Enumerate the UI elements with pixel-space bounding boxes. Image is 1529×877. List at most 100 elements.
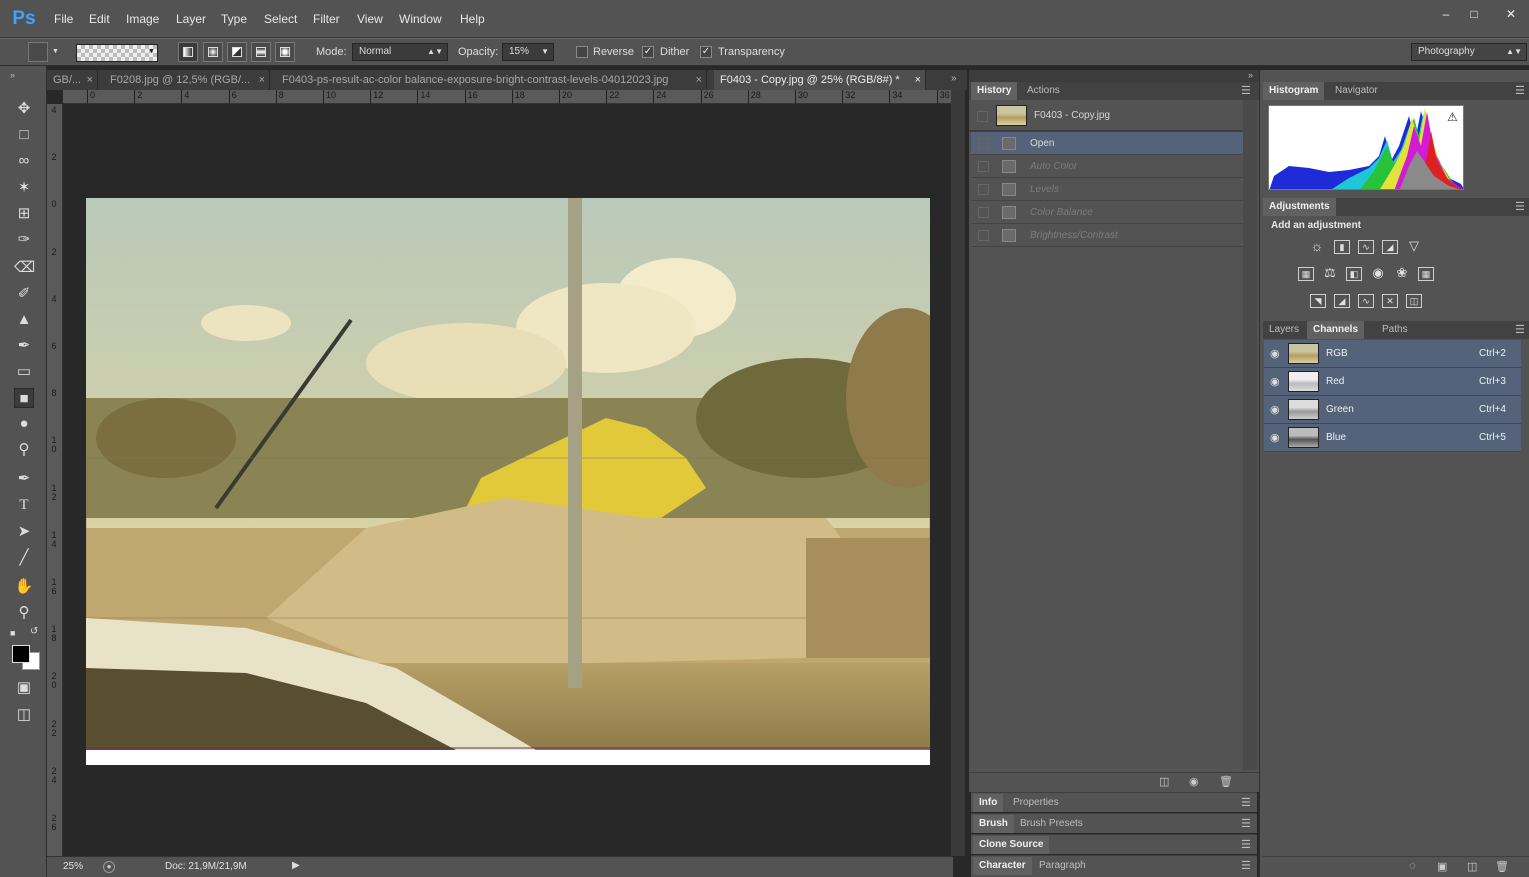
- linear-gradient-icon[interactable]: [178, 42, 198, 62]
- brightness-icon[interactable]: ☼: [1309, 239, 1325, 254]
- lasso-icon[interactable]: ∞: [14, 151, 34, 171]
- history-step[interactable]: Open: [971, 132, 1243, 155]
- history-source-box[interactable]: [978, 207, 989, 218]
- channel-row[interactable]: ◉ Green Ctrl+4: [1264, 396, 1521, 424]
- share-icon[interactable]: ●: [103, 861, 115, 873]
- swap-colors-icon[interactable]: ↺: [30, 626, 38, 637]
- reverse-checkbox[interactable]: [576, 46, 588, 58]
- tab-actions[interactable]: Actions: [1021, 82, 1066, 100]
- transparency-checkbox[interactable]: ✓: [700, 46, 712, 58]
- tab-brush-presets[interactable]: Brush Presets: [1014, 815, 1089, 833]
- radial-gradient-icon[interactable]: [203, 42, 223, 62]
- history-step[interactable]: Auto Color: [971, 155, 1243, 178]
- trash-icon[interactable]: 🗑: [1495, 860, 1509, 873]
- type-icon[interactable]: T: [14, 495, 34, 515]
- history-source-box[interactable]: [978, 184, 989, 195]
- warning-icon[interactable]: ⚠: [1447, 110, 1458, 124]
- history-scrollbar[interactable]: [1243, 100, 1257, 770]
- angle-gradient-icon[interactable]: [227, 42, 247, 62]
- workspace-select[interactable]: Photography ▲▼: [1411, 43, 1527, 61]
- tab-clone-source[interactable]: Clone Source: [973, 836, 1050, 854]
- opacity-input[interactable]: 15% ▼: [502, 43, 554, 61]
- levels-icon[interactable]: ▮: [1334, 240, 1350, 254]
- eye-icon[interactable]: ◉: [1270, 396, 1280, 424]
- menu-edit[interactable]: Edit: [89, 12, 110, 26]
- close-tab-icon[interactable]: ×: [87, 70, 93, 90]
- screen-mode-icon[interactable]: ◫: [14, 705, 34, 725]
- tab-character[interactable]: Character: [973, 857, 1032, 875]
- menu-image[interactable]: Image: [126, 12, 159, 26]
- diamond-gradient-icon[interactable]: [275, 42, 295, 62]
- document-tab[interactable]: GB/... ×: [47, 70, 98, 90]
- tab-histogram[interactable]: Histogram: [1263, 82, 1325, 100]
- history-step[interactable]: Brightness/Contrast: [971, 224, 1243, 247]
- tab-info[interactable]: Info: [973, 794, 1004, 812]
- collapse-icon[interactable]: »: [1248, 70, 1253, 80]
- panel-menu-icon[interactable]: ☰: [1241, 84, 1251, 97]
- color-balance-icon[interactable]: ⚖: [1322, 266, 1338, 281]
- magic-wand-icon[interactable]: ✶: [14, 178, 34, 198]
- panel-menu-icon[interactable]: ☰: [1241, 838, 1251, 851]
- stamp-icon[interactable]: ▲: [14, 310, 34, 330]
- panel-menu-icon[interactable]: ☰: [1515, 200, 1525, 213]
- eye-icon[interactable]: ◉: [1270, 340, 1280, 368]
- close-tab-icon[interactable]: ×: [915, 70, 921, 90]
- camera-icon[interactable]: ◉: [1189, 775, 1199, 788]
- document-tab[interactable]: F0403-ps-result-ac-color balance-exposur…: [276, 70, 707, 90]
- invert-icon[interactable]: ◥: [1310, 294, 1326, 308]
- zoom-level[interactable]: 25%: [63, 861, 83, 872]
- zoom-icon[interactable]: ⚲: [14, 603, 34, 623]
- panel-menu-icon[interactable]: ☰: [1515, 84, 1525, 97]
- eye-icon[interactable]: ◉: [1270, 368, 1280, 396]
- chevron-down-icon[interactable]: ▼: [148, 48, 155, 55]
- load-selection-icon[interactable]: ◌: [1409, 860, 1416, 872]
- history-snapshot[interactable]: F0403 - Copy.jpg: [969, 102, 1243, 131]
- posterize-icon[interactable]: ◢: [1334, 294, 1350, 308]
- exposure-icon[interactable]: ◢: [1382, 240, 1398, 254]
- menu-view[interactable]: View: [357, 12, 383, 26]
- move-icon[interactable]: ✥: [14, 99, 34, 119]
- collapse-icon[interactable]: »: [10, 70, 15, 80]
- gradient-map-icon[interactable]: ◫: [1406, 294, 1422, 308]
- document-tab[interactable]: F0208.jpg @ 12,5% (RGB/... ×: [104, 70, 270, 90]
- history-step[interactable]: Color Balance: [971, 201, 1243, 224]
- panel-menu-icon[interactable]: ☰: [1241, 796, 1251, 809]
- history-brush-icon[interactable]: ✒: [14, 336, 34, 356]
- channel-row[interactable]: ◉ RGB Ctrl+2: [1264, 340, 1521, 368]
- document-tab-active[interactable]: F0403 - Copy.jpg @ 25% (RGB/8#) * ×: [714, 70, 926, 90]
- threshold-icon[interactable]: ∿: [1358, 294, 1374, 308]
- menu-layer[interactable]: Layer: [176, 12, 206, 26]
- black-white-icon[interactable]: ◧: [1346, 267, 1362, 281]
- vertical-scrollbar[interactable]: [951, 90, 965, 856]
- close-icon[interactable]: ✕: [1499, 6, 1523, 22]
- document-image[interactable]: [86, 198, 930, 765]
- tab-brush[interactable]: Brush: [973, 815, 1014, 833]
- new-document-icon[interactable]: ◫: [1159, 775, 1169, 788]
- snapshot-source-box[interactable]: [977, 111, 988, 122]
- channel-mixer-icon[interactable]: ❀: [1394, 266, 1410, 281]
- close-tab-icon[interactable]: ×: [259, 70, 265, 90]
- path-select-icon[interactable]: ➤: [14, 522, 34, 542]
- chevron-down-icon[interactable]: ▼: [52, 48, 59, 55]
- tab-adjustments[interactable]: Adjustments: [1263, 198, 1336, 216]
- reflected-gradient-icon[interactable]: [251, 42, 271, 62]
- status-menu-arrow-icon[interactable]: ▶: [292, 860, 300, 871]
- vibrance-icon[interactable]: ▽: [1406, 239, 1422, 254]
- menu-window[interactable]: Window: [399, 12, 442, 26]
- panel-menu-icon[interactable]: ☰: [1241, 817, 1251, 830]
- gradient-icon[interactable]: ■: [14, 388, 34, 408]
- healing-icon[interactable]: ⌫: [14, 258, 35, 278]
- history-step[interactable]: Levels: [971, 178, 1243, 201]
- channel-row[interactable]: ◉ Red Ctrl+3: [1264, 368, 1521, 396]
- history-source-box[interactable]: [978, 230, 989, 241]
- color-lookup-icon[interactable]: ▦: [1418, 267, 1434, 281]
- tab-paragraph[interactable]: Paragraph: [1033, 857, 1092, 875]
- crop-icon[interactable]: ⊞: [14, 204, 34, 224]
- tool-preset-picker[interactable]: [28, 42, 48, 62]
- pen-icon[interactable]: ✒: [14, 469, 34, 489]
- gradient-picker[interactable]: [76, 44, 158, 62]
- channel-row[interactable]: ◉ Blue Ctrl+5: [1264, 424, 1521, 452]
- marquee-icon[interactable]: □: [14, 125, 34, 145]
- tab-history[interactable]: History: [971, 82, 1018, 100]
- tabs-overflow-icon[interactable]: »: [951, 73, 957, 84]
